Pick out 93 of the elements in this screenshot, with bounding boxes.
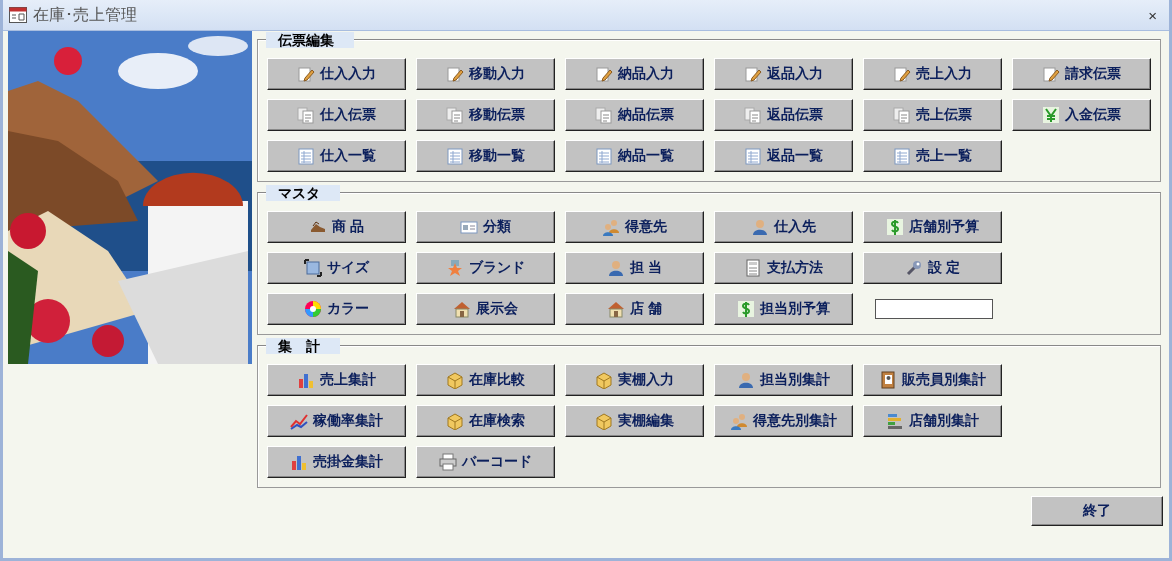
menu-button[interactable]: 売上入力 <box>863 58 1002 90</box>
menu-button[interactable]: 支払方法 <box>714 252 853 284</box>
form-icon <box>9 7 27 23</box>
calculator-icon <box>744 259 762 277</box>
menu-button[interactable]: ブランド <box>416 252 555 284</box>
menu-button[interactable]: 入金伝票 <box>1012 99 1151 131</box>
star-icon <box>446 259 464 277</box>
menu-button[interactable]: 移動入力 <box>416 58 555 90</box>
table-icon <box>297 147 315 165</box>
menu-button[interactable]: 在庫比較 <box>416 364 555 396</box>
menu-button[interactable]: サイズ <box>267 252 406 284</box>
resize-icon <box>304 259 322 277</box>
pencil-note-icon <box>1042 65 1060 83</box>
box-icon <box>595 371 613 389</box>
menu-button[interactable]: 稼働率集計 <box>267 405 406 437</box>
menu-button[interactable]: 移動一覧 <box>416 140 555 172</box>
printer-icon <box>439 453 457 471</box>
menu-button[interactable]: 得意先 <box>565 211 704 243</box>
box-icon <box>446 412 464 430</box>
wrench-icon <box>904 259 923 277</box>
bar-chart-icon <box>290 453 308 471</box>
menu-button[interactable]: 設 定 <box>863 252 1002 284</box>
menu-button[interactable]: 分類 <box>416 211 555 243</box>
menu-button[interactable]: バーコード <box>416 446 555 478</box>
menu-button[interactable]: 店 舗 <box>565 293 704 325</box>
menu-button[interactable]: 担当別予算 <box>714 293 853 325</box>
dollar-icon <box>886 218 904 236</box>
menu-button[interactable]: 売上一覧 <box>863 140 1002 172</box>
document-icon <box>893 106 911 124</box>
menu-button[interactable]: 実棚編集 <box>565 405 704 437</box>
close-button[interactable]: × <box>1144 6 1161 24</box>
pencil-note-icon <box>893 65 911 83</box>
menu-button[interactable]: 返品入力 <box>714 58 853 90</box>
menu-button[interactable]: 在庫検索 <box>416 405 555 437</box>
people-icon <box>602 218 620 236</box>
pencil-note-icon <box>744 65 762 83</box>
section-title: マスタ <box>266 185 340 201</box>
pencil-note-icon <box>297 65 315 83</box>
box-icon <box>446 371 464 389</box>
bar-chart-icon <box>297 371 315 389</box>
yen-icon <box>1042 106 1060 124</box>
table-icon <box>595 147 613 165</box>
menu-button[interactable]: 販売員別集計 <box>863 364 1002 396</box>
people-icon <box>730 412 748 430</box>
menu-button[interactable]: 納品入力 <box>565 58 704 90</box>
pencil-note-icon <box>595 65 613 83</box>
card-icon <box>460 218 478 236</box>
pencil-note-icon <box>446 65 464 83</box>
menu-button[interactable]: 仕入伝票 <box>267 99 406 131</box>
document-icon <box>446 106 464 124</box>
bars-icon <box>886 412 904 430</box>
exit-button[interactable]: 終了 <box>1031 496 1163 526</box>
book-icon <box>879 371 897 389</box>
menu-button[interactable]: 仕入入力 <box>267 58 406 90</box>
menu-button[interactable]: 売掛金集計 <box>267 446 406 478</box>
document-icon <box>297 106 315 124</box>
color-wheel-icon <box>304 300 322 318</box>
dollar-icon <box>737 300 755 318</box>
menu-button[interactable]: 仕入一覧 <box>267 140 406 172</box>
menu-button[interactable]: 実棚入力 <box>565 364 704 396</box>
person-icon <box>737 371 755 389</box>
table-icon <box>893 147 911 165</box>
menu-button[interactable]: 店舗別集計 <box>863 405 1002 437</box>
table-icon <box>744 147 762 165</box>
person-icon <box>606 259 625 277</box>
menu-button[interactable]: 納品一覧 <box>565 140 704 172</box>
menu-button[interactable]: 返品伝票 <box>714 99 853 131</box>
menu-button[interactable]: カラー <box>267 293 406 325</box>
document-icon <box>744 106 762 124</box>
menu-button[interactable]: 移動伝票 <box>416 99 555 131</box>
menu-button[interactable]: 得意先別集計 <box>714 405 853 437</box>
house-icon <box>606 300 625 318</box>
table-icon <box>446 147 464 165</box>
house-icon <box>453 300 471 318</box>
box-icon <box>595 412 613 430</box>
menu-button[interactable]: 展示会 <box>416 293 555 325</box>
section-title: 伝票編集 <box>266 32 354 48</box>
input-field[interactable] <box>875 299 993 319</box>
section-title: 集 計 <box>266 338 340 354</box>
window-title: 在庫･売上管理 <box>33 4 138 26</box>
menu-button[interactable]: 納品伝票 <box>565 99 704 131</box>
menu-button[interactable]: 商 品 <box>267 211 406 243</box>
menu-button[interactable]: 売上集計 <box>267 364 406 396</box>
menu-button[interactable]: 担 当 <box>565 252 704 284</box>
document-icon <box>595 106 613 124</box>
menu-button[interactable]: 売上伝票 <box>863 99 1002 131</box>
line-chart-icon <box>290 412 308 430</box>
menu-button[interactable]: 返品一覧 <box>714 140 853 172</box>
menu-button[interactable]: 仕入先 <box>714 211 853 243</box>
person-icon <box>751 218 769 236</box>
menu-button[interactable]: 請求伝票 <box>1012 58 1151 90</box>
menu-button[interactable]: 店舗別予算 <box>863 211 1002 243</box>
menu-button[interactable]: 担当別集計 <box>714 364 853 396</box>
